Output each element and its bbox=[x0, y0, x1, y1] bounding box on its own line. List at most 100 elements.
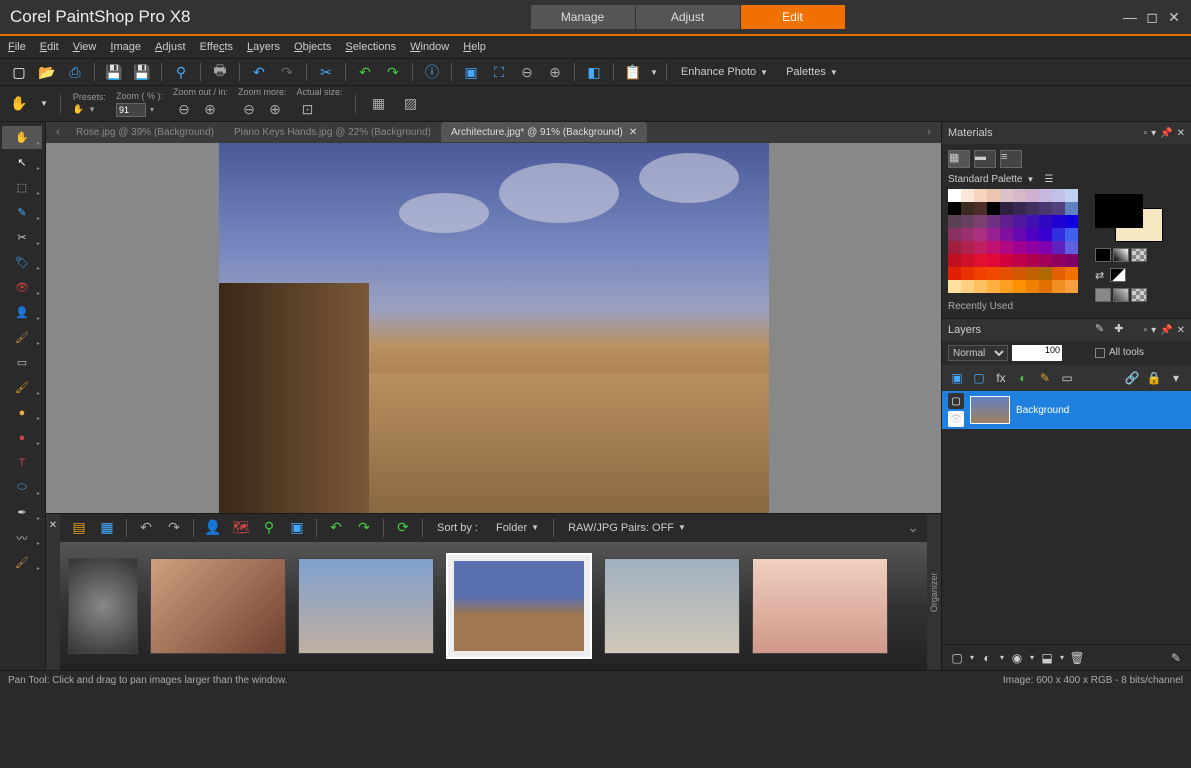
zoom-caret[interactable]: ▾ bbox=[150, 105, 154, 114]
color-swatch[interactable] bbox=[1000, 189, 1013, 202]
color-swatch[interactable] bbox=[961, 215, 974, 228]
redeye-tool[interactable]: 👁▸ bbox=[2, 276, 42, 299]
org-share-icon[interactable]: ⚲ bbox=[258, 517, 280, 539]
menu-effects[interactable]: Effects bbox=[200, 41, 233, 53]
layer-lock-icon[interactable]: 🔒 bbox=[1145, 369, 1163, 387]
new-layer-icon[interactable]: ▢ bbox=[948, 649, 966, 667]
color-swatch[interactable] bbox=[1065, 280, 1078, 293]
color-swatch[interactable] bbox=[1026, 280, 1039, 293]
smudge-tool[interactable]: ●▸ bbox=[2, 426, 42, 449]
tab-close-icon[interactable]: ✕ bbox=[629, 127, 637, 138]
redo-icon[interactable]: ↷ bbox=[276, 61, 298, 83]
color-swatch[interactable] bbox=[974, 189, 987, 202]
color-swatch[interactable] bbox=[1000, 280, 1013, 293]
undo-icon[interactable]: ↶ bbox=[248, 61, 270, 83]
preset-hand-icon[interactable]: ✋ bbox=[73, 104, 84, 115]
menu-adjust[interactable]: Adjust bbox=[155, 41, 186, 53]
delete-layer-icon[interactable]: 🗑 bbox=[1068, 649, 1086, 667]
layer-background[interactable]: ▢ 👁 Background bbox=[942, 391, 1191, 429]
merge-caret[interactable]: ▾ bbox=[1060, 653, 1064, 662]
menu-file[interactable]: File bbox=[8, 41, 26, 53]
color-swatch[interactable] bbox=[1039, 228, 1052, 241]
color-swatch[interactable] bbox=[974, 254, 987, 267]
makeover-tool[interactable]: 👤▸ bbox=[2, 301, 42, 324]
share-icon[interactable]: ⚲ bbox=[170, 61, 192, 83]
pan-tool-icon[interactable]: ✋ bbox=[8, 93, 30, 115]
org-frame-icon[interactable]: ▣ bbox=[286, 517, 308, 539]
materials-tab-gradient[interactable]: ▬ bbox=[974, 150, 996, 168]
org-refresh-icon[interactable]: ⟳ bbox=[392, 517, 414, 539]
canvas-area[interactable] bbox=[46, 143, 941, 513]
color-swatch[interactable] bbox=[1000, 215, 1013, 228]
print-icon[interactable]: 🖶 bbox=[209, 61, 231, 83]
layer-type-icon[interactable]: ▢ bbox=[948, 393, 964, 409]
style-grad[interactable] bbox=[1113, 248, 1129, 262]
maximize-icon[interactable]: ◻ bbox=[1145, 10, 1159, 24]
org-view2-icon[interactable]: ▦ bbox=[96, 517, 118, 539]
color-swatch[interactable] bbox=[1013, 189, 1026, 202]
materials-tab-swatches[interactable]: ▦ bbox=[948, 150, 970, 168]
paste-icon[interactable]: 📋 bbox=[622, 61, 644, 83]
color-swatch[interactable] bbox=[948, 267, 961, 280]
color-swatch[interactable] bbox=[987, 202, 1000, 215]
thumb-eagle[interactable] bbox=[68, 558, 138, 654]
minimize-icon[interactable]: — bbox=[1123, 10, 1137, 24]
color-swatch[interactable] bbox=[987, 215, 1000, 228]
org-view1-icon[interactable]: ▤ bbox=[68, 517, 90, 539]
color-swatch[interactable] bbox=[1026, 254, 1039, 267]
layer-mask-icon[interactable]: ◐ bbox=[1014, 369, 1032, 387]
bw-reset[interactable] bbox=[1110, 268, 1126, 282]
zoom-out-icon[interactable]: ⊖ bbox=[516, 61, 538, 83]
color-swatch[interactable] bbox=[1065, 202, 1078, 215]
adjustment-icon[interactable]: ◐ bbox=[978, 649, 996, 667]
zoom-more-out-btn[interactable]: ⊖ bbox=[238, 99, 260, 121]
tab-adjust[interactable]: Adjust bbox=[636, 5, 740, 29]
expand-icon[interactable]: ▨ bbox=[400, 93, 422, 115]
color-swatch[interactable] bbox=[1013, 254, 1026, 267]
thumb-girl[interactable] bbox=[150, 558, 286, 654]
color-swatch[interactable] bbox=[961, 267, 974, 280]
twain-icon[interactable]: ⎙ bbox=[64, 61, 86, 83]
paint-tool[interactable]: 🖌▸ bbox=[2, 376, 42, 399]
zoom-more-in-btn[interactable]: ⊕ bbox=[264, 99, 286, 121]
layer-fx-icon[interactable]: fx bbox=[992, 369, 1010, 387]
style-solid[interactable] bbox=[1095, 248, 1111, 262]
layer-clear-icon[interactable]: ▭ bbox=[1058, 369, 1076, 387]
color-swatch[interactable] bbox=[987, 241, 1000, 254]
selection-tool[interactable]: ⬚▸ bbox=[2, 176, 42, 199]
thumb-architecture[interactable] bbox=[446, 553, 592, 659]
color-swatch[interactable] bbox=[974, 280, 987, 293]
thumb-baby[interactable] bbox=[752, 558, 888, 654]
panel-dropdown-icon[interactable]: ▾ bbox=[1151, 128, 1156, 139]
color-swatch[interactable] bbox=[1052, 267, 1065, 280]
color-swatch[interactable] bbox=[948, 202, 961, 215]
color-swatch[interactable] bbox=[987, 228, 1000, 241]
color-swatch[interactable] bbox=[948, 228, 961, 241]
tag-tool[interactable]: 🏷▸ bbox=[2, 251, 42, 274]
color-swatch[interactable] bbox=[1052, 280, 1065, 293]
color-swatch[interactable] bbox=[1013, 228, 1026, 241]
grid-icon[interactable]: ▦ bbox=[368, 93, 390, 115]
color-swatch[interactable] bbox=[1000, 202, 1013, 215]
color-swatch[interactable] bbox=[1026, 189, 1039, 202]
close-icon[interactable]: ✕ bbox=[1167, 10, 1181, 24]
color-swatch[interactable] bbox=[974, 202, 987, 215]
color-swatch[interactable] bbox=[1039, 280, 1052, 293]
actual-size-btn[interactable]: ⊡ bbox=[297, 99, 319, 121]
cut-icon[interactable]: ✂ bbox=[315, 61, 337, 83]
foreground-color[interactable] bbox=[1095, 194, 1143, 228]
thumb-tower[interactable] bbox=[604, 558, 740, 654]
thumb-arc[interactable] bbox=[298, 558, 434, 654]
color-swatch[interactable] bbox=[1013, 241, 1026, 254]
color-swatch[interactable] bbox=[1039, 241, 1052, 254]
color-swatch[interactable] bbox=[1052, 254, 1065, 267]
ellipse-tool[interactable]: ⬭▸ bbox=[2, 476, 42, 499]
color-swatch[interactable] bbox=[987, 189, 1000, 202]
panel-pin-icon[interactable]: 📌 bbox=[1160, 128, 1172, 139]
color-swatch[interactable] bbox=[1065, 228, 1078, 241]
color-swatch[interactable] bbox=[1052, 215, 1065, 228]
panel-close-icon[interactable]: ✕ bbox=[1177, 128, 1185, 139]
blend-mode-select[interactable]: Normal bbox=[948, 345, 1008, 361]
dropper-icon[interactable]: ✎ bbox=[1095, 322, 1104, 335]
color-swatch[interactable] bbox=[1000, 267, 1013, 280]
